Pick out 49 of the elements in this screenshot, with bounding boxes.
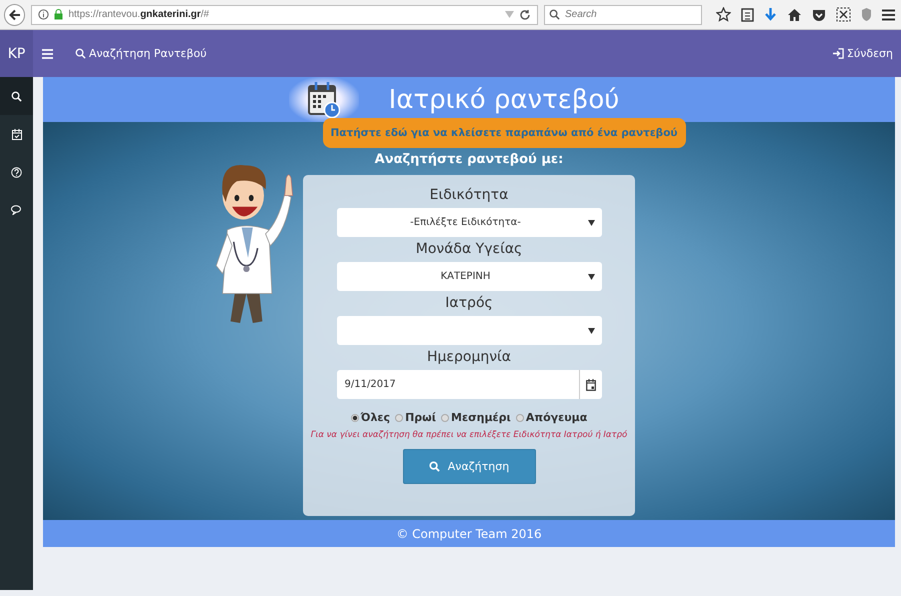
url-text: https://rantevou.gnkaterini.gr/# (68, 9, 210, 20)
caret-icon (588, 328, 594, 334)
brand-logo[interactable]: KP (0, 30, 33, 77)
search-menu-item[interactable] (0, 77, 33, 115)
search-icon (549, 9, 560, 20)
chat-icon (11, 205, 22, 215)
calendar-clock-icon (308, 80, 340, 118)
caret-icon (588, 274, 594, 280)
form-heading: Αναζητήστε ραντεβού με: (374, 152, 564, 167)
download-icon[interactable] (764, 7, 777, 22)
dropdown-field[interactable] (336, 316, 602, 345)
back-button[interactable] (4, 4, 26, 26)
time-radio-option[interactable]: Πρωί (395, 411, 436, 424)
info-icon (38, 9, 50, 20)
time-radio-option[interactable]: Απόγευμα (516, 411, 588, 424)
dropdown-field[interactable]: -Επιλέξτε Ειδικότητα- (336, 208, 602, 237)
back-arrow-icon (8, 8, 22, 22)
field-label: Ειδικότητα (430, 187, 508, 203)
login-icon (832, 48, 844, 59)
warning-message: Για να γίνει αναζήτηση θα πρέπει να επιλέξετε Ειδικότητα Ιατρού ή Ιατρό (310, 430, 628, 440)
address-field[interactable]: https://rantevou.gnkaterini.gr/# (31, 4, 538, 24)
search-icon (11, 90, 22, 102)
search-icon (75, 48, 86, 59)
date-field[interactable]: 9/11/2017 (336, 370, 602, 399)
login-link[interactable]: Σύνδεση (832, 47, 893, 60)
field-label: Ημερομηνία (426, 349, 512, 365)
dropdown-field[interactable]: ΚΑΤΕΡΙΝΗ (336, 262, 602, 291)
reload-icon[interactable] (519, 8, 531, 20)
field-label: Μονάδα Υγείας (416, 241, 522, 257)
copyright-text: © Computer Team 2016 (396, 526, 542, 540)
calendar-icon (586, 378, 596, 390)
screenshot-icon[interactable] (836, 7, 851, 22)
lock-icon (54, 9, 64, 20)
help-icon (11, 166, 22, 178)
browser-search-field[interactable]: Search (544, 4, 702, 24)
search-icon (428, 461, 440, 472)
caret-icon (588, 220, 594, 226)
clipboard-icon[interactable] (741, 7, 754, 22)
search-appointment-link[interactable]: Αναζήτηση Ραντεβού (75, 47, 207, 60)
page-title: Ιατρικό ραντεβού (388, 84, 620, 114)
home-icon[interactable] (787, 8, 802, 22)
star-icon[interactable] (716, 7, 731, 22)
field-label: Ιατρός (445, 295, 493, 311)
shield-icon[interactable] (812, 8, 826, 22)
time-radio-option[interactable]: Όλες (350, 411, 390, 424)
calendar-icon (12, 128, 22, 140)
search-button[interactable]: Αναζήτηση (402, 449, 536, 484)
menu-icon[interactable] (882, 8, 895, 20)
time-radio-option[interactable]: Μεσημέρι (441, 411, 511, 424)
